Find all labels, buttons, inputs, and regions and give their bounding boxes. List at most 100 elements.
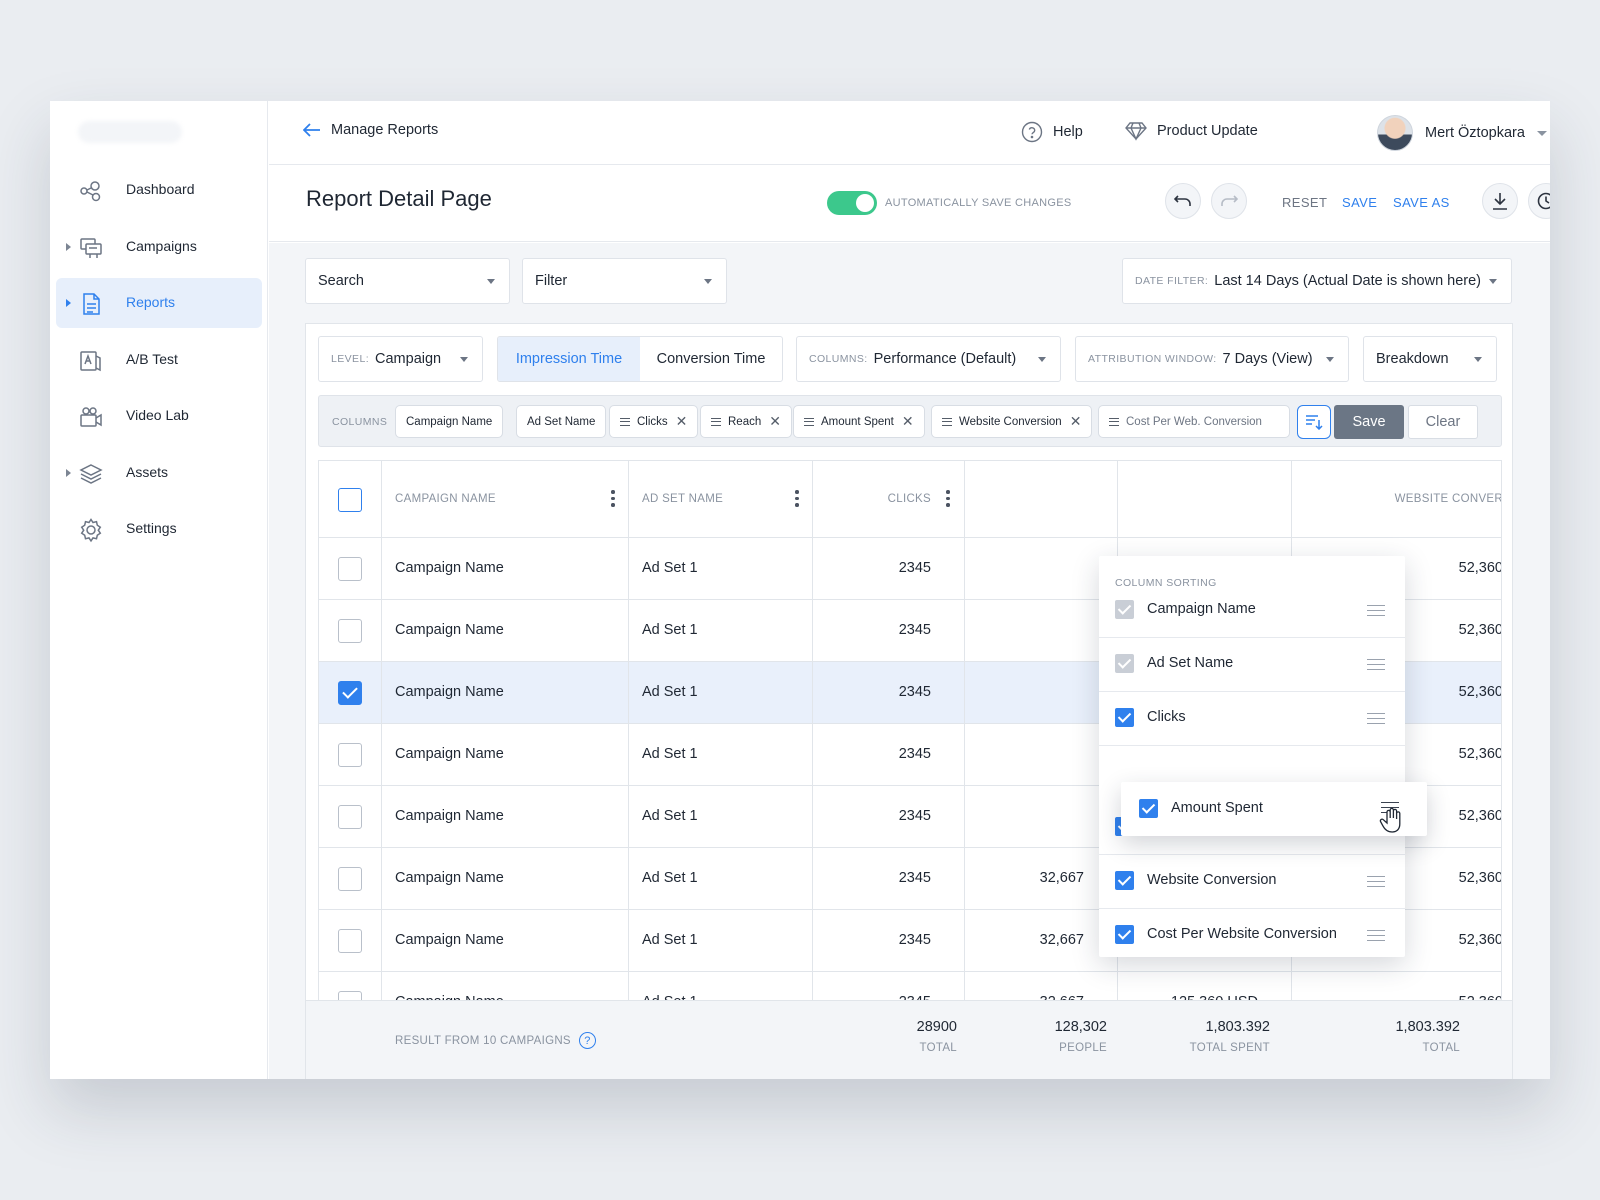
column-chip-campaign-name[interactable]: Campaign Name [395, 405, 504, 438]
help-button[interactable]: Help [1021, 121, 1083, 143]
row-select-cell [319, 600, 382, 662]
sort-item[interactable]: Campaign Name [1099, 583, 1405, 638]
column-chip-amount-spent[interactable]: Amount Spent ✕ [793, 405, 925, 438]
settings-icon [80, 518, 102, 543]
header-clicks[interactable]: CLICKS [813, 461, 965, 538]
breakdown-dropdown[interactable]: Breakdown [1363, 336, 1497, 382]
history-button[interactable] [1528, 183, 1550, 219]
page-title: Report Detail Page [306, 186, 492, 211]
expand-caret-icon[interactable] [66, 468, 71, 477]
row-checkbox[interactable] [338, 991, 362, 1000]
sidebar-item-settings[interactable]: Settings [56, 504, 262, 554]
product-update-button[interactable]: Product Update [1125, 121, 1258, 141]
filter-dropdown[interactable]: Filter [522, 258, 727, 304]
sidebar-item-campaigns[interactable]: Campaigns [56, 222, 262, 272]
row-checkbox[interactable] [338, 805, 362, 829]
date-filter-dropdown[interactable]: DATE FILTER: Last 14 Days (Actual Date i… [1122, 258, 1512, 304]
sort-item[interactable]: Ad Set Name [1099, 637, 1405, 692]
row-select-cell [319, 786, 382, 848]
sort-item-checkbox[interactable] [1115, 925, 1134, 944]
question-circle-icon[interactable]: ? [578, 1032, 596, 1049]
autosave-toggle[interactable] [827, 191, 877, 215]
header-ad-set-name[interactable]: AD SET NAME [629, 461, 813, 538]
sort-item[interactable]: Cost Per Website Conversion [1099, 908, 1405, 957]
redo-button[interactable] [1211, 183, 1247, 219]
drag-handle-icon[interactable] [942, 417, 952, 426]
column-chip-ad-set-name[interactable]: Ad Set Name [516, 405, 607, 438]
drag-handle-icon[interactable] [1109, 417, 1119, 426]
sidebar-item-video-lab[interactable]: Video Lab [56, 391, 262, 441]
close-icon[interactable]: ✕ [1070, 413, 1082, 430]
sidebar-item-ab-test[interactable]: A/B Test [56, 335, 262, 385]
close-icon[interactable]: ✕ [902, 413, 914, 430]
columns-save-button[interactable]: Save [1334, 405, 1404, 439]
drag-handle-icon[interactable] [1367, 930, 1385, 941]
header-reach[interactable] [965, 461, 1118, 538]
header-website-conversion[interactable]: WEBSITE CONVER [1292, 461, 1501, 538]
expand-caret-icon[interactable] [66, 242, 71, 251]
drag-handle-icon[interactable] [804, 417, 814, 426]
tab-conversion-time[interactable]: Conversion Time [640, 337, 782, 381]
row-checkbox[interactable] [338, 867, 362, 891]
sidebar-item-assets[interactable]: Assets [56, 448, 262, 498]
more-vertical-icon[interactable] [611, 490, 615, 508]
sidebar-item-reports[interactable]: Reports [56, 278, 262, 328]
caret-down-icon [487, 279, 495, 284]
more-vertical-icon[interactable] [795, 490, 799, 508]
close-icon[interactable]: ✕ [769, 413, 781, 430]
drag-handle-icon[interactable] [711, 417, 721, 426]
attribution-window-dropdown[interactable]: ATTRIBUTION WINDOW: 7 Days (View) [1075, 336, 1349, 382]
search-dropdown[interactable]: Search [305, 258, 510, 304]
save-as-button[interactable]: SAVE AS [1393, 195, 1450, 210]
download-button[interactable] [1482, 183, 1518, 219]
drag-handle-icon[interactable] [620, 417, 630, 426]
drag-handle-icon[interactable] [1367, 876, 1385, 887]
columns-dropdown[interactable]: COLUMNS: Performance (Default) [796, 336, 1061, 382]
level-dropdown[interactable]: LEVEL: Campaign [318, 336, 483, 382]
column-sorting-button[interactable] [1297, 405, 1331, 439]
cell-adset: Ad Set 1 [629, 538, 813, 600]
header-campaign-name[interactable]: CAMPAIGN NAME [382, 461, 629, 538]
sort-item[interactable]: Website Conversion [1099, 854, 1405, 909]
cell-value: 2345 [898, 870, 931, 886]
sidebar-item-dashboard[interactable]: Dashboard [56, 165, 262, 215]
column-chip-cost-per-web-conversion[interactable]: Cost Per Web. Conversion [1098, 405, 1290, 438]
cell-value: 2345 [898, 684, 931, 700]
column-chip-clicks[interactable]: Clicks ✕ [609, 405, 699, 438]
save-button[interactable]: SAVE [1342, 195, 1377, 210]
autosave-label: AUTOMATICALLY SAVE CHANGES [885, 197, 1072, 209]
cell-value: Ad Set 1 [642, 746, 698, 762]
drag-handle-icon[interactable] [1367, 713, 1385, 724]
back-link[interactable]: Manage Reports [303, 122, 438, 138]
user-menu[interactable]: Mert Öztopkara [1377, 115, 1547, 151]
sort-item-checkbox[interactable] [1115, 871, 1134, 890]
row-checkbox[interactable] [338, 743, 362, 767]
sort-item[interactable]: Clicks [1099, 691, 1405, 746]
expand-caret-icon[interactable] [66, 299, 71, 307]
sort-item-checkbox[interactable] [1139, 799, 1158, 818]
cell-value: 32,667 [1039, 870, 1084, 886]
drag-handle-icon[interactable] [1367, 659, 1385, 670]
cell-reach [965, 600, 1118, 662]
row-checkbox[interactable] [338, 929, 362, 953]
columns-clear-button[interactable]: Clear [1408, 405, 1478, 439]
drag-handle-icon[interactable] [1367, 605, 1385, 616]
more-vertical-icon[interactable] [946, 490, 950, 508]
row-checkbox[interactable] [338, 557, 362, 581]
cell-value: 52,360 [1458, 560, 1502, 576]
reports-icon [83, 293, 100, 315]
column-chip-reach[interactable]: Reach ✕ [700, 405, 792, 438]
row-checkbox[interactable] [338, 681, 362, 705]
tab-impression-time[interactable]: Impression Time [498, 337, 640, 381]
select-all-checkbox[interactable] [338, 488, 362, 512]
undo-button[interactable] [1165, 183, 1201, 219]
row-checkbox[interactable] [338, 619, 362, 643]
reset-button[interactable]: RESET [1282, 195, 1327, 210]
close-icon[interactable]: ✕ [676, 413, 688, 430]
cell-value: Campaign Name [395, 560, 504, 576]
sort-item-checkbox[interactable] [1115, 708, 1134, 727]
total-label: PEOPLE [1059, 1042, 1107, 1054]
table-row[interactable]: Campaign NameAd Set 1234532,667125,360 U… [319, 972, 1501, 1000]
column-chip-website-conversion[interactable]: Website Conversion ✕ [931, 405, 1093, 438]
header-amount-spent[interactable] [1118, 461, 1292, 538]
